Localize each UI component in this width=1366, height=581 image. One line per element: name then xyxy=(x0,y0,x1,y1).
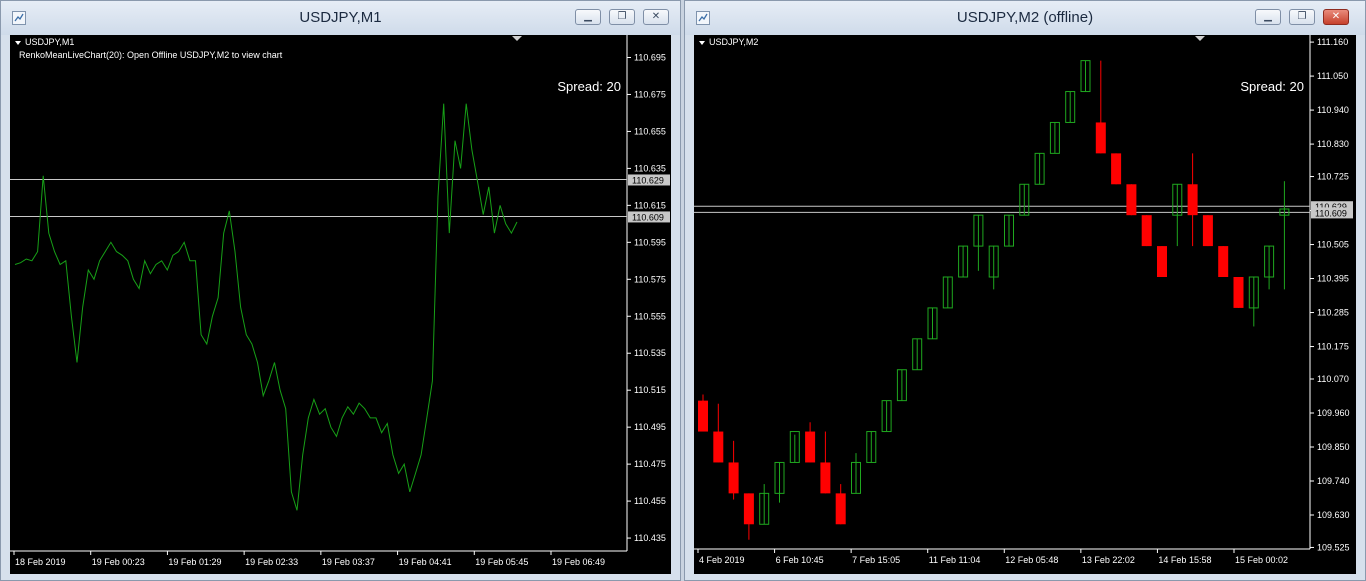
chart-area[interactable]: USDJPY,M2 Spread: 20 111.160 111.050 110.940… xyxy=(694,35,1356,574)
shift-marker-icon xyxy=(512,36,522,41)
time-tick-label: 6 Feb 10:45 xyxy=(776,555,824,565)
price-tick-label: 110.595 xyxy=(634,237,666,247)
time-tick-label: 19 Feb 04:41 xyxy=(399,557,452,567)
restore-icon: ❐ xyxy=(1297,11,1307,22)
candle-body-bear xyxy=(728,462,739,494)
candle-body-bear xyxy=(1218,246,1229,277)
price-chart-m2[interactable]: USDJPY,M2 Spread: 20 111.160 111.050 110.940… xyxy=(694,35,1356,574)
price-tick-label: 110.175 xyxy=(1317,342,1349,352)
price-tick-label: 110.505 xyxy=(1317,240,1349,250)
restore-icon: ❐ xyxy=(617,11,627,22)
price-tick-label: 111.160 xyxy=(1317,37,1348,47)
time-tick-label: 4 Feb 2019 xyxy=(699,555,745,565)
indicator-label: RenkoMeanLiveChart(20): Open Offline USD… xyxy=(19,50,283,60)
price-tick-label: 111.050 xyxy=(1317,71,1348,81)
price-tick-label: 110.725 xyxy=(1317,172,1349,182)
spread-label: Spread: 20 xyxy=(557,79,621,94)
time-tick-label: 12 Feb 05:48 xyxy=(1005,555,1058,565)
symbol-label: USDJPY,M2 xyxy=(709,37,758,47)
time-tick-label: 19 Feb 00:23 xyxy=(92,557,145,567)
candle-body-bear xyxy=(1095,122,1106,154)
time-tick-label: 15 Feb 00:02 xyxy=(1235,555,1288,565)
price-tick-label: 110.455 xyxy=(634,496,666,506)
title-bar[interactable]: USDJPY,M1 ▁ ❐ ✕ xyxy=(1,1,680,35)
restore-button[interactable]: ❐ xyxy=(609,9,635,25)
price-label-text: 110.609 xyxy=(1315,208,1347,218)
price-tick-label: 110.675 xyxy=(634,89,666,99)
price-tick-label: 110.635 xyxy=(634,163,666,173)
close-icon: ✕ xyxy=(1331,11,1341,22)
minimize-button[interactable]: ▁ xyxy=(575,9,601,25)
candle-body-bear xyxy=(1111,153,1122,185)
candle-body-bear xyxy=(1141,215,1152,247)
price-label-text: 110.629 xyxy=(632,175,664,185)
title-bar[interactable]: USDJPY,M2 (offline) ▁ ❐ ✕ xyxy=(685,1,1365,35)
time-tick-label: 19 Feb 03:37 xyxy=(322,557,375,567)
time-tick-label: 14 Feb 15:58 xyxy=(1158,555,1211,565)
candle-body-bear xyxy=(1202,215,1213,247)
candle-body-bear xyxy=(1126,184,1137,216)
spread-label: Spread: 20 xyxy=(1240,79,1304,94)
minimize-button[interactable]: ▁ xyxy=(1255,9,1281,25)
price-line xyxy=(14,103,518,511)
time-tick-label: 19 Feb 06:49 xyxy=(552,557,605,567)
restore-button[interactable]: ❐ xyxy=(1289,9,1315,25)
price-tick-label: 110.940 xyxy=(1317,105,1349,115)
time-tick-label: 11 Feb 11:04 xyxy=(929,555,981,565)
price-tick-label: 110.535 xyxy=(634,348,666,358)
time-tick-label: 18 Feb 2019 xyxy=(15,557,66,567)
price-tick-label: 110.830 xyxy=(1317,139,1349,149)
dropdown-triangle-icon xyxy=(699,41,705,45)
price-tick-label: 109.525 xyxy=(1317,542,1350,552)
chart-window-usdjpy-m1[interactable]: USDJPY,M1 ▁ ❐ ✕ USDJPY,M1 Spread: 20 110.6… xyxy=(0,0,681,581)
close-button[interactable]: ✕ xyxy=(643,9,669,25)
price-tick-label: 110.655 xyxy=(634,126,666,136)
close-button[interactable]: ✕ xyxy=(1323,9,1349,25)
candle-body-bear xyxy=(1157,246,1167,277)
candle-body-bear xyxy=(805,431,816,463)
shift-marker-icon xyxy=(1195,36,1205,41)
price-tick-label: 110.435 xyxy=(634,533,666,543)
price-label-text: 110.609 xyxy=(632,212,664,222)
candle-body-bear xyxy=(1187,184,1198,216)
candle-body-bear xyxy=(698,400,708,432)
price-tick-label: 110.395 xyxy=(1317,274,1349,284)
price-tick-label: 109.740 xyxy=(1317,476,1350,486)
price-tick-label: 110.615 xyxy=(634,200,666,210)
close-icon: ✕ xyxy=(651,11,661,22)
price-tick-label: 109.960 xyxy=(1317,408,1350,418)
price-tick-label: 110.070 xyxy=(1317,374,1349,384)
time-tick-label: 13 Feb 22:02 xyxy=(1082,555,1135,565)
price-tick-label: 110.555 xyxy=(634,311,666,321)
price-tick-label: 110.515 xyxy=(634,385,666,395)
candle-body-bear xyxy=(743,493,754,525)
candle-body-bear xyxy=(1233,277,1244,308)
price-chart-m1[interactable]: USDJPY,M1 Spread: 20 110.695 110.675 110.655… xyxy=(10,35,671,574)
candle-body-bear xyxy=(835,493,846,525)
chart-window-usdjpy-m2-offline[interactable]: USDJPY,M2 (offline) ▁ ❐ ✕ USDJPY,M2 Sprea… xyxy=(684,0,1366,581)
price-tick-label: 110.695 xyxy=(634,52,666,62)
time-tick-label: 7 Feb 15:05 xyxy=(852,555,900,565)
minimize-icon: ▁ xyxy=(1264,11,1272,22)
time-tick-label: 19 Feb 05:45 xyxy=(475,557,528,567)
candle-body-bear xyxy=(713,431,724,463)
price-tick-label: 110.285 xyxy=(1317,308,1349,318)
time-tick-label: 19 Feb 01:29 xyxy=(168,557,221,567)
chart-area[interactable]: USDJPY,M1 Spread: 20 110.695 110.675 110.655… xyxy=(10,35,671,574)
price-tick-label: 109.850 xyxy=(1317,442,1350,452)
price-tick-label: 110.575 xyxy=(634,274,666,284)
dropdown-triangle-icon xyxy=(15,41,21,45)
symbol-label: USDJPY,M1 xyxy=(25,37,74,47)
candle-body-bear xyxy=(820,462,831,494)
price-tick-label: 110.495 xyxy=(634,422,666,432)
time-tick-label: 19 Feb 02:33 xyxy=(245,557,298,567)
price-tick-label: 110.475 xyxy=(634,459,666,469)
price-tick-label: 109.630 xyxy=(1317,510,1350,520)
minimize-icon: ▁ xyxy=(584,11,592,22)
